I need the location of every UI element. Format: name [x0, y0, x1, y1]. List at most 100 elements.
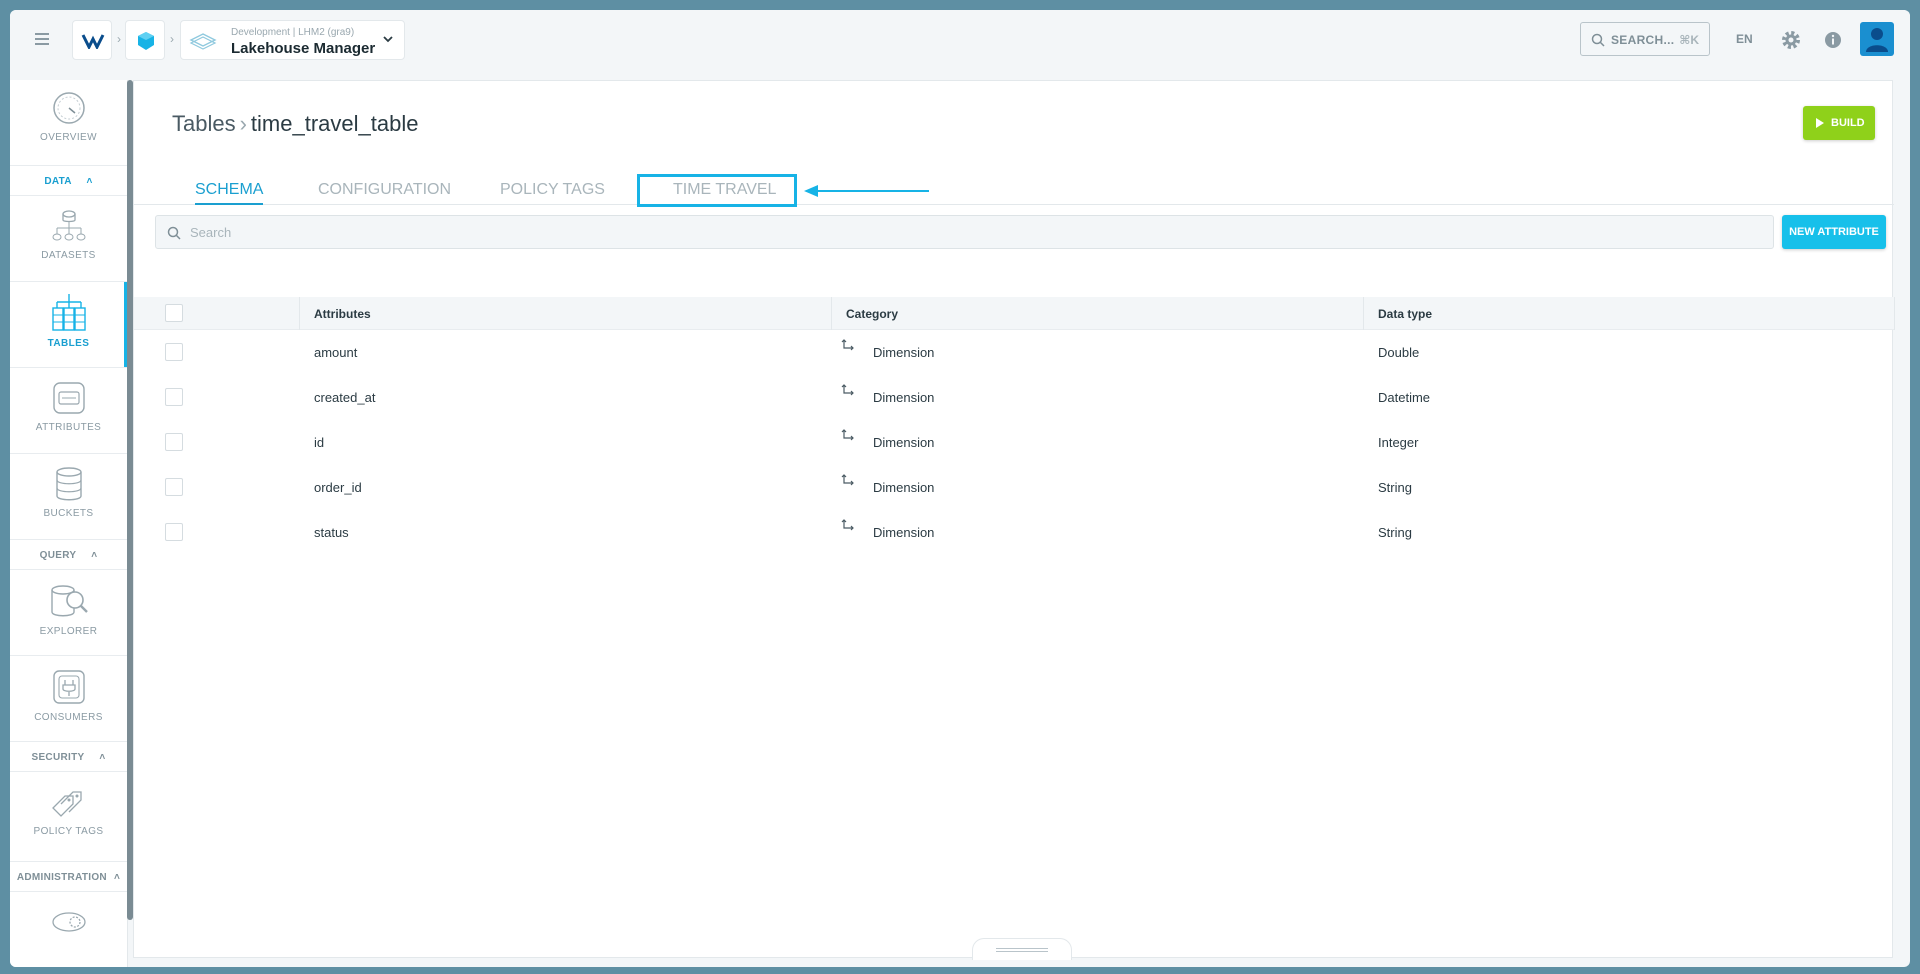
row-checkbox[interactable]	[165, 523, 183, 541]
sidebar-item-datasets[interactable]: DATASETS	[10, 196, 127, 282]
chevron-right-icon: ›	[117, 32, 121, 46]
tab-time-travel[interactable]: TIME TRAVEL	[673, 181, 776, 199]
sidebar-item-label: TABLES	[47, 338, 90, 349]
category-value: Dimension	[873, 345, 935, 360]
home-logo-button[interactable]	[72, 20, 112, 60]
select-all-checkbox[interactable]	[165, 304, 183, 322]
sidebar-item-tables[interactable]: TABLES	[10, 282, 128, 368]
table-header: Attributes Category Data type	[134, 297, 1895, 330]
tags-icon	[51, 791, 82, 817]
build-button[interactable]: BUILD	[1803, 106, 1875, 140]
cube-icon	[138, 32, 154, 50]
sidebar-item-administration-tool[interactable]	[10, 892, 127, 967]
chevron-right-icon: ›	[170, 32, 174, 46]
column-header-data-type[interactable]: Data type	[1378, 307, 1432, 321]
dimension-icon	[841, 474, 854, 486]
lakehouse-icon	[189, 33, 217, 50]
tab-configuration[interactable]: CONFIGURATION	[318, 181, 451, 199]
chevron-up-icon: ˄	[114, 872, 121, 883]
attribute-name[interactable]: id	[314, 435, 324, 450]
section-label: QUERY	[39, 550, 77, 561]
sidebar-item-label: POLICY TAGS	[33, 826, 104, 837]
search-icon	[1591, 33, 1605, 47]
chevron-up-icon: ˄	[86, 176, 93, 187]
plug-icon	[52, 670, 85, 704]
product-button[interactable]	[125, 20, 165, 60]
category-value: Dimension	[873, 480, 935, 495]
app-context: Development | LHM2 (gra9)	[231, 27, 355, 38]
sidebar-item-policy-tags[interactable]: POLICY TAGS	[10, 772, 127, 862]
datasets-icon	[52, 210, 85, 241]
row-checkbox[interactable]	[165, 478, 183, 496]
table-row[interactable]: created_at Dimension Datetime	[134, 375, 1894, 420]
top-bar: › › Development | LHM2 (gra9) Lakehouse …	[10, 10, 1910, 80]
section-query[interactable]: QUERY ˄	[10, 540, 127, 570]
attributes-icon	[52, 382, 85, 414]
dimension-icon	[841, 339, 854, 351]
arrow-left-icon	[804, 185, 929, 197]
sidebar-item-attributes[interactable]: ATTRIBUTES	[10, 368, 127, 454]
dimension-icon	[841, 519, 854, 531]
explorer-icon	[50, 585, 88, 617]
breadcrumb-current: time_travel_table	[250, 111, 419, 136]
category-value: Dimension	[873, 525, 935, 540]
table-row[interactable]: amount Dimension Double	[134, 330, 1894, 375]
dimension-icon	[841, 429, 854, 441]
sidebar: OVERVIEW DATA ˄ DATASETS TABLES ATTRIBUT…	[10, 80, 128, 967]
breadcrumb-tables[interactable]: Tables	[172, 111, 236, 136]
tab-schema[interactable]: SCHEMA	[195, 181, 264, 205]
section-administration[interactable]: ADMINISTRATION ˄	[10, 862, 127, 892]
section-data[interactable]: DATA ˄	[10, 166, 127, 196]
category-value: Dimension	[873, 390, 935, 405]
row-checkbox[interactable]	[165, 388, 183, 406]
attribute-name[interactable]: status	[314, 525, 349, 540]
row-checkbox[interactable]	[165, 433, 183, 451]
dimension-icon	[841, 384, 854, 396]
avatar[interactable]	[1860, 22, 1894, 56]
tab-bar: SCHEMA CONFIGURATION POLICY TAGS TIME TR…	[134, 171, 1894, 205]
menu-icon[interactable]	[32, 30, 52, 50]
section-label: SECURITY	[31, 752, 85, 763]
info-icon[interactable]	[1823, 30, 1843, 50]
column-header-attributes[interactable]: Attributes	[314, 307, 371, 321]
section-label: ADMINISTRATION	[16, 872, 107, 883]
app-selector[interactable]: Development | LHM2 (gra9) Lakehouse Mana…	[180, 20, 405, 60]
sidebar-item-consumers[interactable]: CONSUMERS	[10, 656, 127, 742]
row-checkbox[interactable]	[165, 343, 183, 361]
sidebar-item-label: OVERVIEW	[40, 132, 97, 143]
column-header-category[interactable]: Category	[846, 307, 898, 321]
search-icon	[167, 226, 181, 240]
table-row[interactable]: id Dimension Integer	[134, 420, 1894, 465]
table-row[interactable]: status Dimension String	[134, 510, 1894, 555]
search-input[interactable]	[190, 222, 1750, 242]
attribute-name[interactable]: created_at	[314, 390, 375, 405]
new-attribute-button[interactable]: NEW ATTRIBUTE	[1782, 215, 1886, 249]
gauge-icon	[52, 92, 85, 124]
category-value: Dimension	[873, 435, 935, 450]
admin-gear-icon	[51, 912, 86, 932]
table-row[interactable]: order_id Dimension String	[134, 465, 1894, 510]
language-selector[interactable]: EN	[1736, 32, 1753, 46]
gear-icon[interactable]	[1780, 29, 1802, 51]
sidebar-item-label: ATTRIBUTES	[35, 422, 102, 433]
chevron-up-icon: ˄	[99, 752, 106, 763]
data-type-value: Integer	[1378, 435, 1419, 450]
sidebar-item-label: DATASETS	[41, 250, 96, 261]
data-type-value: Datetime	[1378, 390, 1431, 405]
build-label: BUILD	[1831, 117, 1865, 129]
sidebar-item-explorer[interactable]: EXPLORER	[10, 570, 127, 656]
section-security[interactable]: SECURITY ˄	[10, 742, 127, 772]
panel-resize-handle[interactable]	[972, 938, 1072, 960]
sidebar-item-overview[interactable]: OVERVIEW	[10, 80, 127, 166]
attribute-name[interactable]: order_id	[314, 480, 362, 495]
sidebar-item-label: BUCKETS	[43, 508, 94, 519]
page-title: Tables › time_travel_table	[172, 111, 418, 137]
attribute-name[interactable]: amount	[314, 345, 357, 360]
user-icon	[1866, 28, 1888, 52]
search-label: SEARCH...	[1611, 33, 1675, 47]
data-type-value: String	[1378, 525, 1412, 540]
sidebar-item-buckets[interactable]: BUCKETS	[10, 454, 127, 540]
app-window: › › Development | LHM2 (gra9) Lakehouse …	[10, 10, 1910, 967]
tab-policy-tags[interactable]: POLICY TAGS	[500, 181, 605, 199]
global-search-button[interactable]: SEARCH... ⌘K	[1580, 22, 1710, 56]
